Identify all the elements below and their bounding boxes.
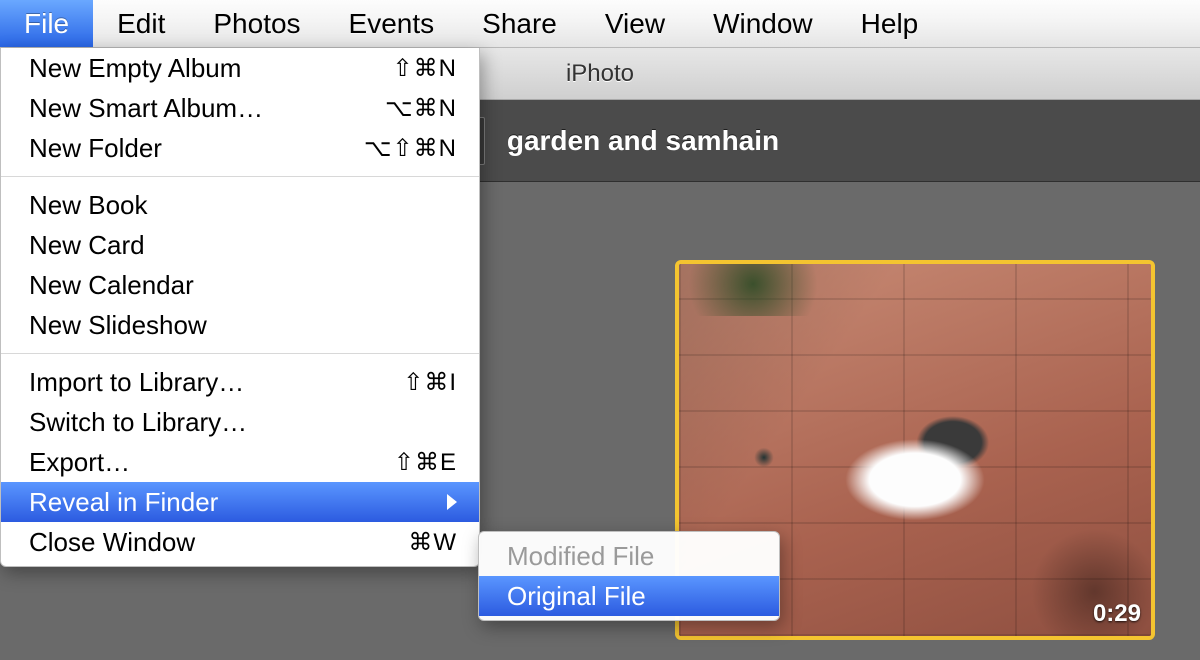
menubar-label: Help bbox=[861, 8, 919, 40]
menu-separator bbox=[1, 353, 479, 354]
submenu-arrow-icon bbox=[447, 494, 457, 510]
menu-item-label: Reveal in Finder bbox=[29, 487, 435, 518]
menu-edit[interactable]: Edit bbox=[93, 0, 189, 47]
menubar-label: View bbox=[605, 8, 665, 40]
menu-share[interactable]: Share bbox=[458, 0, 581, 47]
menu-item-new-calendar[interactable]: New Calendar bbox=[1, 265, 479, 305]
menu-item-export[interactable]: Export… ⇧⌘E bbox=[1, 442, 479, 482]
menubar-label: Window bbox=[713, 8, 813, 40]
menu-item-label: Switch to Library… bbox=[29, 407, 457, 438]
menu-item-label: New Book bbox=[29, 190, 457, 221]
menu-item-new-empty-album[interactable]: New Empty Album ⇧⌘N bbox=[1, 48, 479, 88]
menu-item-import-to-library[interactable]: Import to Library… ⇧⌘I bbox=[1, 362, 479, 402]
menu-help[interactable]: Help bbox=[837, 0, 943, 47]
menu-photos[interactable]: Photos bbox=[189, 0, 324, 47]
menubar-label: Share bbox=[482, 8, 557, 40]
menu-events[interactable]: Events bbox=[325, 0, 459, 47]
menu-item-label: New Empty Album bbox=[29, 53, 393, 84]
menu-item-shortcut: ⇧⌘N bbox=[393, 54, 457, 83]
menu-item-switch-to-library[interactable]: Switch to Library… bbox=[1, 402, 479, 442]
menubar-label: Events bbox=[349, 8, 435, 40]
menubar-label: File bbox=[24, 8, 69, 40]
menu-item-new-folder[interactable]: New Folder ⌥⇧⌘N bbox=[1, 128, 479, 168]
menu-item-label: Export… bbox=[29, 447, 394, 478]
menubar-label: Photos bbox=[213, 8, 300, 40]
menu-item-shortcut: ⌘W bbox=[408, 528, 457, 557]
submenu-item-original-file[interactable]: Original File bbox=[479, 576, 779, 616]
submenu-item-label: Modified File bbox=[507, 541, 654, 572]
menu-item-label: New Card bbox=[29, 230, 457, 261]
menu-item-label: Close Window bbox=[29, 527, 408, 558]
menu-item-label: Import to Library… bbox=[29, 367, 403, 398]
event-title: garden and samhain bbox=[507, 125, 779, 157]
menu-file[interactable]: File bbox=[0, 0, 93, 47]
menu-separator bbox=[1, 176, 479, 177]
menu-item-shortcut: ⇧⌘I bbox=[403, 368, 457, 397]
menu-item-label: New Folder bbox=[29, 133, 364, 164]
menu-item-label: New Smart Album… bbox=[29, 93, 385, 124]
reveal-in-finder-submenu: Modified File Original File bbox=[478, 531, 780, 621]
menu-view[interactable]: View bbox=[581, 0, 689, 47]
menu-item-close-window[interactable]: Close Window ⌘W bbox=[1, 522, 479, 562]
menu-item-shortcut: ⇧⌘E bbox=[394, 448, 457, 477]
menu-item-label: New Calendar bbox=[29, 270, 457, 301]
menubar: File Edit Photos Events Share View Windo… bbox=[0, 0, 1200, 48]
menu-item-reveal-in-finder[interactable]: Reveal in Finder bbox=[1, 482, 479, 522]
menu-item-shortcut: ⌥⌘N bbox=[385, 94, 457, 123]
submenu-item-modified-file: Modified File bbox=[479, 536, 779, 576]
menu-item-new-book[interactable]: New Book bbox=[1, 185, 479, 225]
menu-window[interactable]: Window bbox=[689, 0, 837, 47]
menu-item-new-slideshow[interactable]: New Slideshow bbox=[1, 305, 479, 345]
menubar-label: Edit bbox=[117, 8, 165, 40]
menu-item-shortcut: ⌥⇧⌘N bbox=[364, 134, 457, 163]
menu-item-new-card[interactable]: New Card bbox=[1, 225, 479, 265]
submenu-item-label: Original File bbox=[507, 581, 646, 612]
menu-item-new-smart-album[interactable]: New Smart Album… ⌥⌘N bbox=[1, 88, 479, 128]
video-duration: 0:29 bbox=[1093, 600, 1141, 628]
menu-item-label: New Slideshow bbox=[29, 310, 457, 341]
app-title: iPhoto bbox=[566, 60, 634, 88]
file-menu-dropdown: New Empty Album ⇧⌘N New Smart Album… ⌥⌘N… bbox=[0, 48, 480, 567]
